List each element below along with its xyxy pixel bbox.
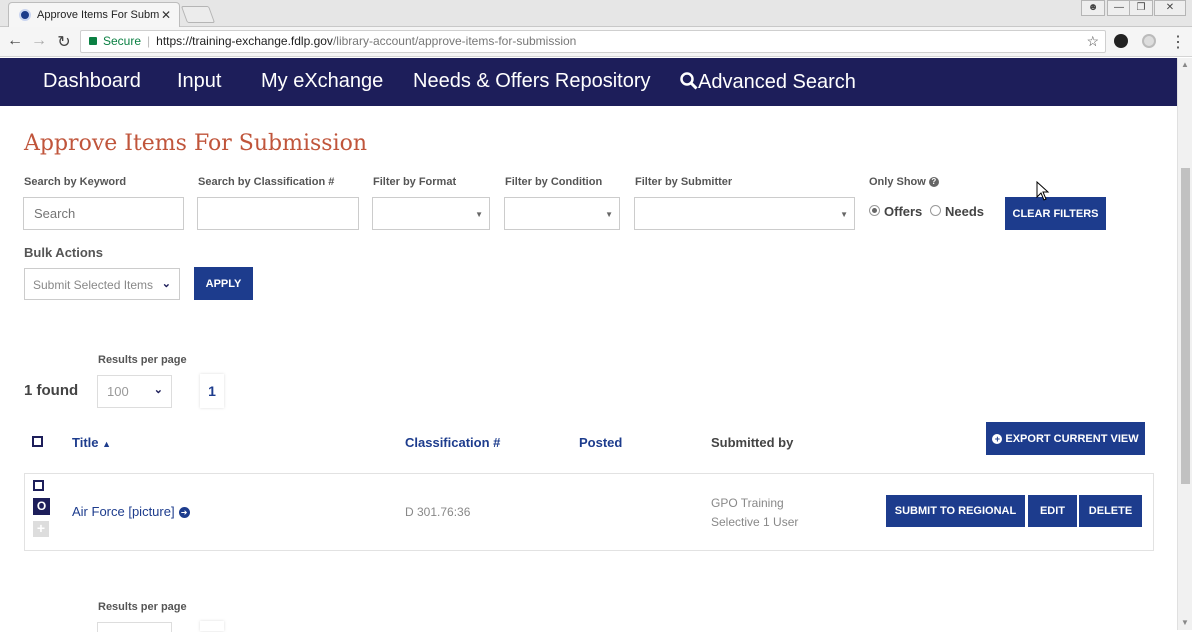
item-submitted-by-line2: Selective 1 User	[711, 515, 799, 529]
nav-needs-offers-repository[interactable]: Needs & Offers Repository	[413, 70, 651, 93]
results-per-page-select[interactable]: 100 ⌄	[97, 375, 172, 408]
browser-tab[interactable]: Approve Items For Subm ✕	[8, 2, 180, 27]
lock-icon	[89, 37, 97, 45]
submitter-label: Filter by Submitter	[635, 176, 733, 188]
results-per-page-value: 100	[107, 384, 129, 399]
address-bar[interactable]: Secure | https://training-exchange.fdlp.go…	[80, 30, 1106, 53]
bottom-results-per-page-label: Results per page	[98, 601, 187, 613]
nav-my-exchange[interactable]: My eXchange	[261, 70, 383, 93]
close-window-icon[interactable]: ✕	[1154, 0, 1186, 16]
column-header-submitted-by: Submitted by	[711, 435, 794, 450]
item-title-link[interactable]: Air Force [picture] ➜	[72, 504, 190, 519]
scroll-thumb[interactable]	[1181, 168, 1190, 484]
classification-label: Search by Classification #	[198, 176, 335, 188]
user-profile-icon[interactable]: ☻	[1081, 0, 1105, 16]
url-host: https://training-exchange.fdlp.gov	[156, 34, 333, 48]
sort-asc-icon: ▲	[102, 439, 112, 449]
info-icon[interactable]: ?	[928, 177, 939, 187]
nav-dashboard[interactable]: Dashboard	[43, 70, 141, 93]
nav-advanced-search[interactable]: Advanced Search	[680, 70, 856, 94]
format-label: Filter by Format	[373, 176, 457, 188]
dropdown-caret-icon: ▼	[605, 210, 613, 219]
chevron-down-icon: ⌄	[153, 384, 163, 396]
clear-filters-button[interactable]: CLEAR FILTERS	[1005, 197, 1106, 230]
advanced-search-label: Advanced Search	[698, 71, 856, 93]
select-all-checkbox[interactable]	[32, 436, 43, 447]
pagination-page-1[interactable]: 1	[200, 374, 224, 408]
url-path: /library-account/approve-items-for-submi…	[332, 34, 577, 48]
offers-radio-label[interactable]: Offers	[884, 204, 922, 219]
forward-arrow-icon[interactable]: →	[29, 32, 49, 50]
edit-button[interactable]: EDIT	[1028, 495, 1077, 527]
column-header-posted[interactable]: Posted	[579, 435, 622, 450]
condition-label: Filter by Condition	[505, 176, 603, 188]
delete-button[interactable]: DELETE	[1079, 495, 1142, 527]
offer-type-badge: O	[33, 498, 50, 515]
close-tab-icon[interactable]: ✕	[161, 8, 171, 22]
apply-button[interactable]: APPLY	[194, 267, 253, 300]
mouse-cursor-icon	[1036, 181, 1050, 201]
keyword-search-input[interactable]	[23, 197, 184, 230]
submit-to-regional-button[interactable]: SUBMIT TO REGIONAL	[886, 495, 1025, 527]
page-scrollbar[interactable]: ▲ ▼	[1177, 58, 1192, 630]
nav-input[interactable]: Input	[177, 70, 221, 93]
extension-icon[interactable]	[1114, 34, 1128, 48]
scroll-up-icon[interactable]: ▲	[1181, 60, 1189, 69]
browser-toolbar: ← → ↻ Secure | https://training-exchange.f…	[0, 27, 1192, 57]
site-nav-bar: Dashboard Input My eXchange Needs & Offe…	[0, 58, 1177, 106]
bookmark-star-icon[interactable]: ☆	[1086, 31, 1099, 52]
row-checkbox[interactable]	[33, 480, 44, 491]
chevron-down-icon: ⌄	[161, 278, 171, 290]
bulk-actions-value: Submit Selected Items	[33, 278, 154, 292]
column-header-classification[interactable]: Classification #	[405, 435, 500, 450]
format-select[interactable]: ▼	[372, 197, 490, 230]
results-found-count: 1 found	[24, 382, 79, 399]
minimize-icon[interactable]: —	[1107, 0, 1131, 16]
classification-search-input[interactable]	[197, 197, 359, 230]
scroll-down-icon[interactable]: ▼	[1181, 618, 1189, 627]
bulk-actions-select[interactable]: Submit Selected Items ⌄	[24, 268, 180, 300]
export-current-view-button[interactable]: + EXPORT CURRENT VIEW	[986, 422, 1145, 455]
reload-icon[interactable]: ↻	[54, 32, 74, 52]
secure-label: Secure	[103, 34, 142, 48]
back-arrow-icon[interactable]: ←	[5, 32, 25, 50]
submitter-select[interactable]: ▼	[634, 197, 855, 230]
new-tab-button[interactable]	[180, 6, 216, 23]
item-submitted-by-line1: GPO Training	[711, 496, 784, 510]
plus-circle-icon: +	[992, 433, 1003, 444]
page-title: Approve Items For Submission	[24, 131, 368, 156]
site-favicon-icon	[19, 9, 31, 21]
browser-menu-icon[interactable]: ⋮	[1168, 32, 1188, 52]
item-classification: D 301.76:36	[405, 505, 471, 519]
bulk-actions-label: Bulk Actions	[24, 245, 103, 260]
extension-icon-2[interactable]	[1142, 34, 1156, 48]
browser-tab-bar: Approve Items For Subm ✕ ☻ — ❐ ✕	[0, 0, 1192, 27]
bottom-results-per-page-select[interactable]	[97, 622, 172, 632]
keyword-label: Search by Keyword	[24, 176, 127, 188]
column-header-title[interactable]: Title ▲	[72, 435, 111, 450]
only-show-label: Only Show?	[869, 176, 939, 188]
search-icon	[680, 72, 698, 90]
tab-title: Approve Items For Subm	[37, 9, 160, 21]
needs-radio-label[interactable]: Needs	[945, 204, 984, 219]
results-per-page-label: Results per page	[98, 354, 187, 366]
dropdown-caret-icon: ▼	[840, 210, 848, 219]
restore-icon[interactable]: ❐	[1129, 0, 1153, 16]
arrow-circle-right-icon: ➜	[178, 507, 190, 518]
offers-radio[interactable]	[869, 205, 880, 216]
needs-radio[interactable]	[930, 205, 941, 216]
condition-select[interactable]: ▼	[504, 197, 620, 230]
expand-row-icon[interactable]: +	[33, 521, 49, 537]
dropdown-caret-icon: ▼	[475, 210, 483, 219]
